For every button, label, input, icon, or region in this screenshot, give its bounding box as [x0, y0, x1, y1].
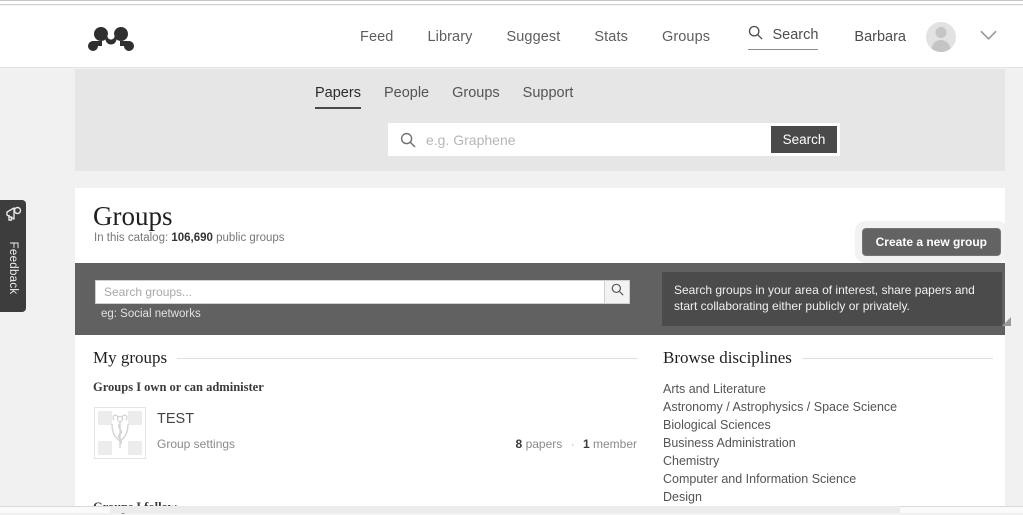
- search-input[interactable]: [426, 123, 771, 156]
- feedback-label: Feedback: [7, 242, 19, 295]
- nav-item-stats[interactable]: Stats: [594, 29, 628, 45]
- feedback-tab[interactable]: Feedback: [0, 200, 26, 312]
- chevron-down-icon[interactable]: [980, 28, 997, 46]
- search-icon: [611, 283, 624, 301]
- bottom-scrollbar-track[interactable]: [0, 506, 1023, 513]
- search-submit-button[interactable]: Search: [771, 126, 837, 153]
- search-strip: Papers People Groups Support Search: [75, 69, 1005, 171]
- tab-people[interactable]: People: [384, 85, 429, 109]
- search-icon: [400, 132, 416, 148]
- nav-item-suggest[interactable]: Suggest: [506, 29, 560, 45]
- search-type-tabs: Papers People Groups Support: [315, 85, 573, 109]
- search-icon: [748, 25, 763, 45]
- discipline-item[interactable]: Design: [663, 488, 993, 506]
- nav-item-groups[interactable]: Groups: [662, 29, 710, 45]
- stats-separator: ·: [571, 437, 575, 451]
- group-stats: 8 papers · 1 member: [516, 437, 637, 451]
- page-header: Groups In this catalog: 106,690 public g…: [75, 188, 1005, 263]
- username-label[interactable]: Barbara: [854, 29, 906, 45]
- discipline-item[interactable]: Chemistry: [663, 452, 993, 470]
- group-search-field: [95, 280, 630, 304]
- header-search-button[interactable]: Search: [748, 25, 818, 50]
- browse-disciplines-column: Browse disciplines Arts and Literature A…: [663, 348, 993, 506]
- create-new-group-button[interactable]: Create a new group: [862, 228, 1001, 256]
- nav-item-feed[interactable]: Feed: [360, 29, 393, 45]
- group-list-item[interactable]: TEST Group settings 8 papers · 1 member: [93, 407, 638, 463]
- group-search-submit-button[interactable]: [604, 280, 630, 304]
- main-navigation: Feed Library Suggest Stats Groups: [360, 6, 710, 68]
- discipline-item[interactable]: Business Administration: [663, 434, 993, 452]
- group-search-callout: Search groups in your area of interest, …: [662, 272, 1002, 326]
- header-search-label: Search: [772, 27, 818, 43]
- discipline-item[interactable]: Astronomy / Astrophysics / Space Science: [663, 398, 993, 416]
- group-search-example: eg: Social networks: [101, 308, 201, 320]
- discipline-item[interactable]: Biological Sciences: [663, 416, 993, 434]
- nav-item-library[interactable]: Library: [427, 29, 472, 45]
- papers-label: papers: [526, 437, 563, 451]
- header-right-cluster: Search Barbara: [748, 6, 997, 68]
- catalog-prefix: In this catalog:: [94, 232, 168, 244]
- my-groups-heading: My groups: [93, 348, 638, 368]
- group-settings-link[interactable]: Group settings: [157, 437, 235, 451]
- discipline-item[interactable]: Arts and Literature: [663, 380, 993, 398]
- site-header: Feed Library Suggest Stats Groups Search…: [0, 6, 1023, 68]
- papers-count: 8: [516, 437, 523, 451]
- content-card: Groups In this catalog: 106,690 public g…: [75, 188, 1005, 513]
- tab-papers[interactable]: Papers: [315, 85, 361, 109]
- browse-disciplines-heading: Browse disciplines: [663, 348, 993, 368]
- groups-owned-subheading: Groups I own or can administer: [93, 380, 638, 395]
- members-label: member: [593, 437, 637, 451]
- members-count: 1: [583, 437, 590, 451]
- group-name[interactable]: TEST: [157, 411, 194, 427]
- page-title: Groups: [93, 201, 173, 232]
- catalog-count: 106,690: [171, 232, 213, 244]
- avatar[interactable]: [926, 22, 956, 52]
- tab-groups[interactable]: Groups: [452, 85, 500, 109]
- browser-top-rule: [0, 0, 1023, 5]
- megaphone-icon: [3, 205, 23, 228]
- heading-rule: [802, 358, 993, 359]
- mendeley-logo[interactable]: [88, 26, 134, 54]
- group-search-input[interactable]: [95, 280, 604, 304]
- heading-rule: [177, 358, 638, 359]
- my-groups-column: My groups Groups I own or can administer: [93, 348, 638, 463]
- bottom-scrollbar-thumb[interactable]: [110, 506, 900, 513]
- catalog-suffix: public groups: [216, 232, 284, 244]
- caduceus-medical-icon: [94, 407, 146, 459]
- my-groups-heading-text: My groups: [93, 348, 167, 368]
- main-search-box: Search: [388, 123, 840, 156]
- catalog-count-line: In this catalog: 106,690 public groups: [94, 232, 285, 244]
- browse-disciplines-heading-text: Browse disciplines: [663, 348, 792, 368]
- discipline-list: Arts and Literature Astronomy / Astrophy…: [663, 380, 993, 506]
- discipline-item[interactable]: Computer and Information Science: [663, 470, 993, 488]
- tab-support[interactable]: Support: [523, 85, 574, 109]
